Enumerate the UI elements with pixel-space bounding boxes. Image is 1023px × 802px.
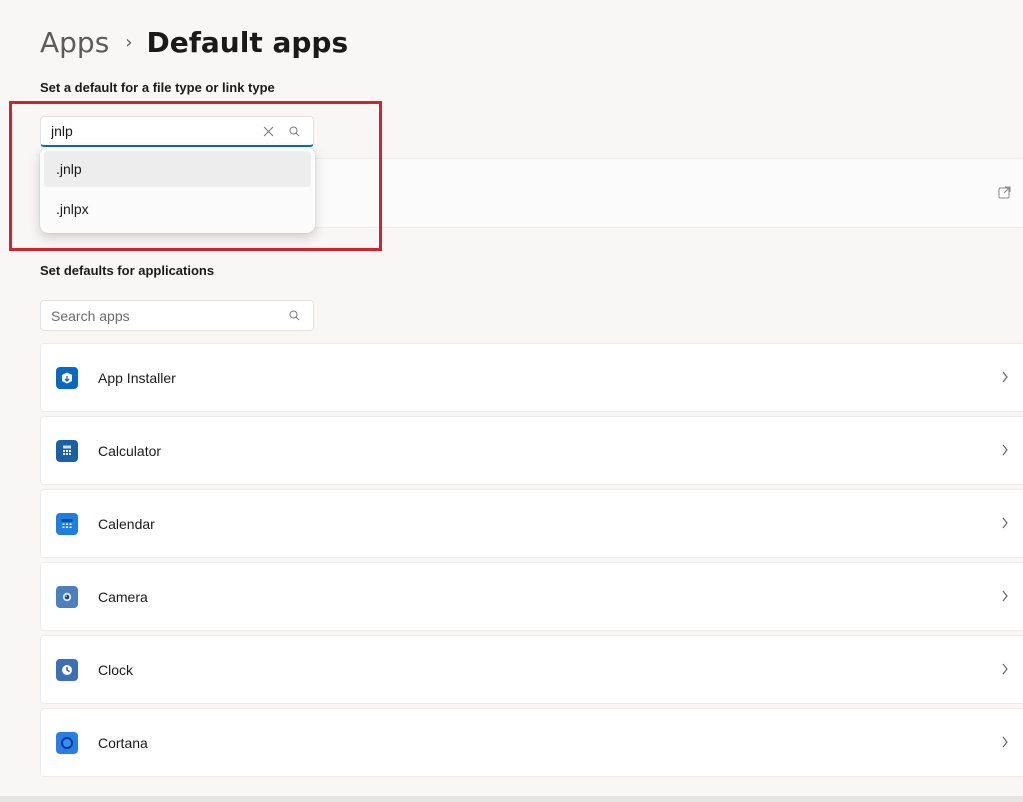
app-name: Clock bbox=[98, 661, 134, 678]
page-title: Default apps bbox=[146, 25, 349, 59]
breadcrumb-separator: › bbox=[125, 31, 133, 53]
close-icon[interactable] bbox=[255, 117, 281, 145]
file-type-search-input[interactable] bbox=[41, 117, 255, 145]
app-name: Calculator bbox=[98, 442, 162, 459]
default-apps-page: Apps › Default apps Set a default for a … bbox=[0, 0, 1023, 802]
app-row-calculator[interactable]: Calculator bbox=[40, 416, 1023, 485]
app-name: App Installer bbox=[98, 369, 176, 386]
app-row-app-installer[interactable]: App Installer bbox=[40, 343, 1023, 412]
apps-section-label: Set defaults for applications bbox=[40, 263, 215, 278]
chevron-right-icon bbox=[1001, 370, 1009, 388]
app-name: Cortana bbox=[98, 734, 148, 751]
apps-search-field[interactable] bbox=[40, 300, 314, 331]
clock-icon bbox=[56, 658, 78, 681]
app-row-camera[interactable]: Camera bbox=[40, 562, 1023, 631]
app-row-calendar[interactable]: Calendar bbox=[40, 489, 1023, 558]
app-name: Camera bbox=[98, 588, 148, 605]
breadcrumb-apps-link[interactable]: Apps bbox=[40, 26, 109, 59]
breadcrumb: Apps › Default apps bbox=[40, 22, 348, 62]
suggestion-jnlp[interactable]: .jnlp bbox=[44, 151, 311, 187]
chevron-right-icon bbox=[1001, 589, 1009, 607]
chevron-right-icon bbox=[1001, 516, 1009, 534]
chevron-right-icon bbox=[1001, 443, 1009, 461]
app-row-clock[interactable]: Clock bbox=[40, 635, 1023, 704]
calendar-icon bbox=[56, 512, 78, 535]
suggestions-dropdown: .jnlp .jnlpx bbox=[40, 147, 315, 233]
apps-search-input[interactable] bbox=[41, 301, 281, 330]
search-icon[interactable] bbox=[281, 301, 307, 330]
app-row-cortana[interactable]: Cortana bbox=[40, 708, 1023, 777]
chevron-right-icon bbox=[1001, 662, 1009, 680]
app-installer-icon bbox=[56, 366, 78, 389]
file-type-section-label: Set a default for a file type or link ty… bbox=[40, 80, 275, 95]
app-name: Calendar bbox=[98, 515, 155, 532]
cortana-icon bbox=[56, 731, 78, 754]
file-type-search-field[interactable] bbox=[40, 116, 314, 147]
suggestion-jnlpx[interactable]: .jnlpx bbox=[44, 191, 311, 227]
apps-list: App Installer Calculator Calendar Camera… bbox=[40, 343, 1023, 781]
chevron-right-icon bbox=[1001, 735, 1009, 753]
calculator-icon bbox=[56, 439, 78, 462]
camera-icon bbox=[56, 585, 78, 608]
external-link-icon[interactable] bbox=[998, 186, 1011, 204]
search-icon[interactable] bbox=[281, 117, 307, 145]
bottom-scroll-edge bbox=[0, 796, 1023, 802]
